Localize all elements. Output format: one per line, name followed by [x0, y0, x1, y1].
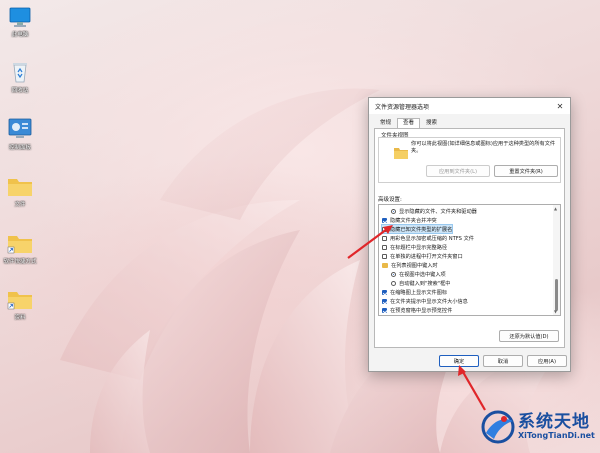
watermark-title: 系统天地: [518, 412, 590, 432]
watermark: 系统天地 XiTongTianDi.net: [480, 405, 598, 451]
watermark-subtitle: XiTongTianDi.net: [518, 431, 595, 440]
arrow-to-ok-button: [458, 365, 486, 411]
watermark-logo-icon: [481, 410, 515, 444]
arrow-to-extension-setting: [347, 225, 393, 259]
annotation-overlay: [347, 225, 486, 411]
